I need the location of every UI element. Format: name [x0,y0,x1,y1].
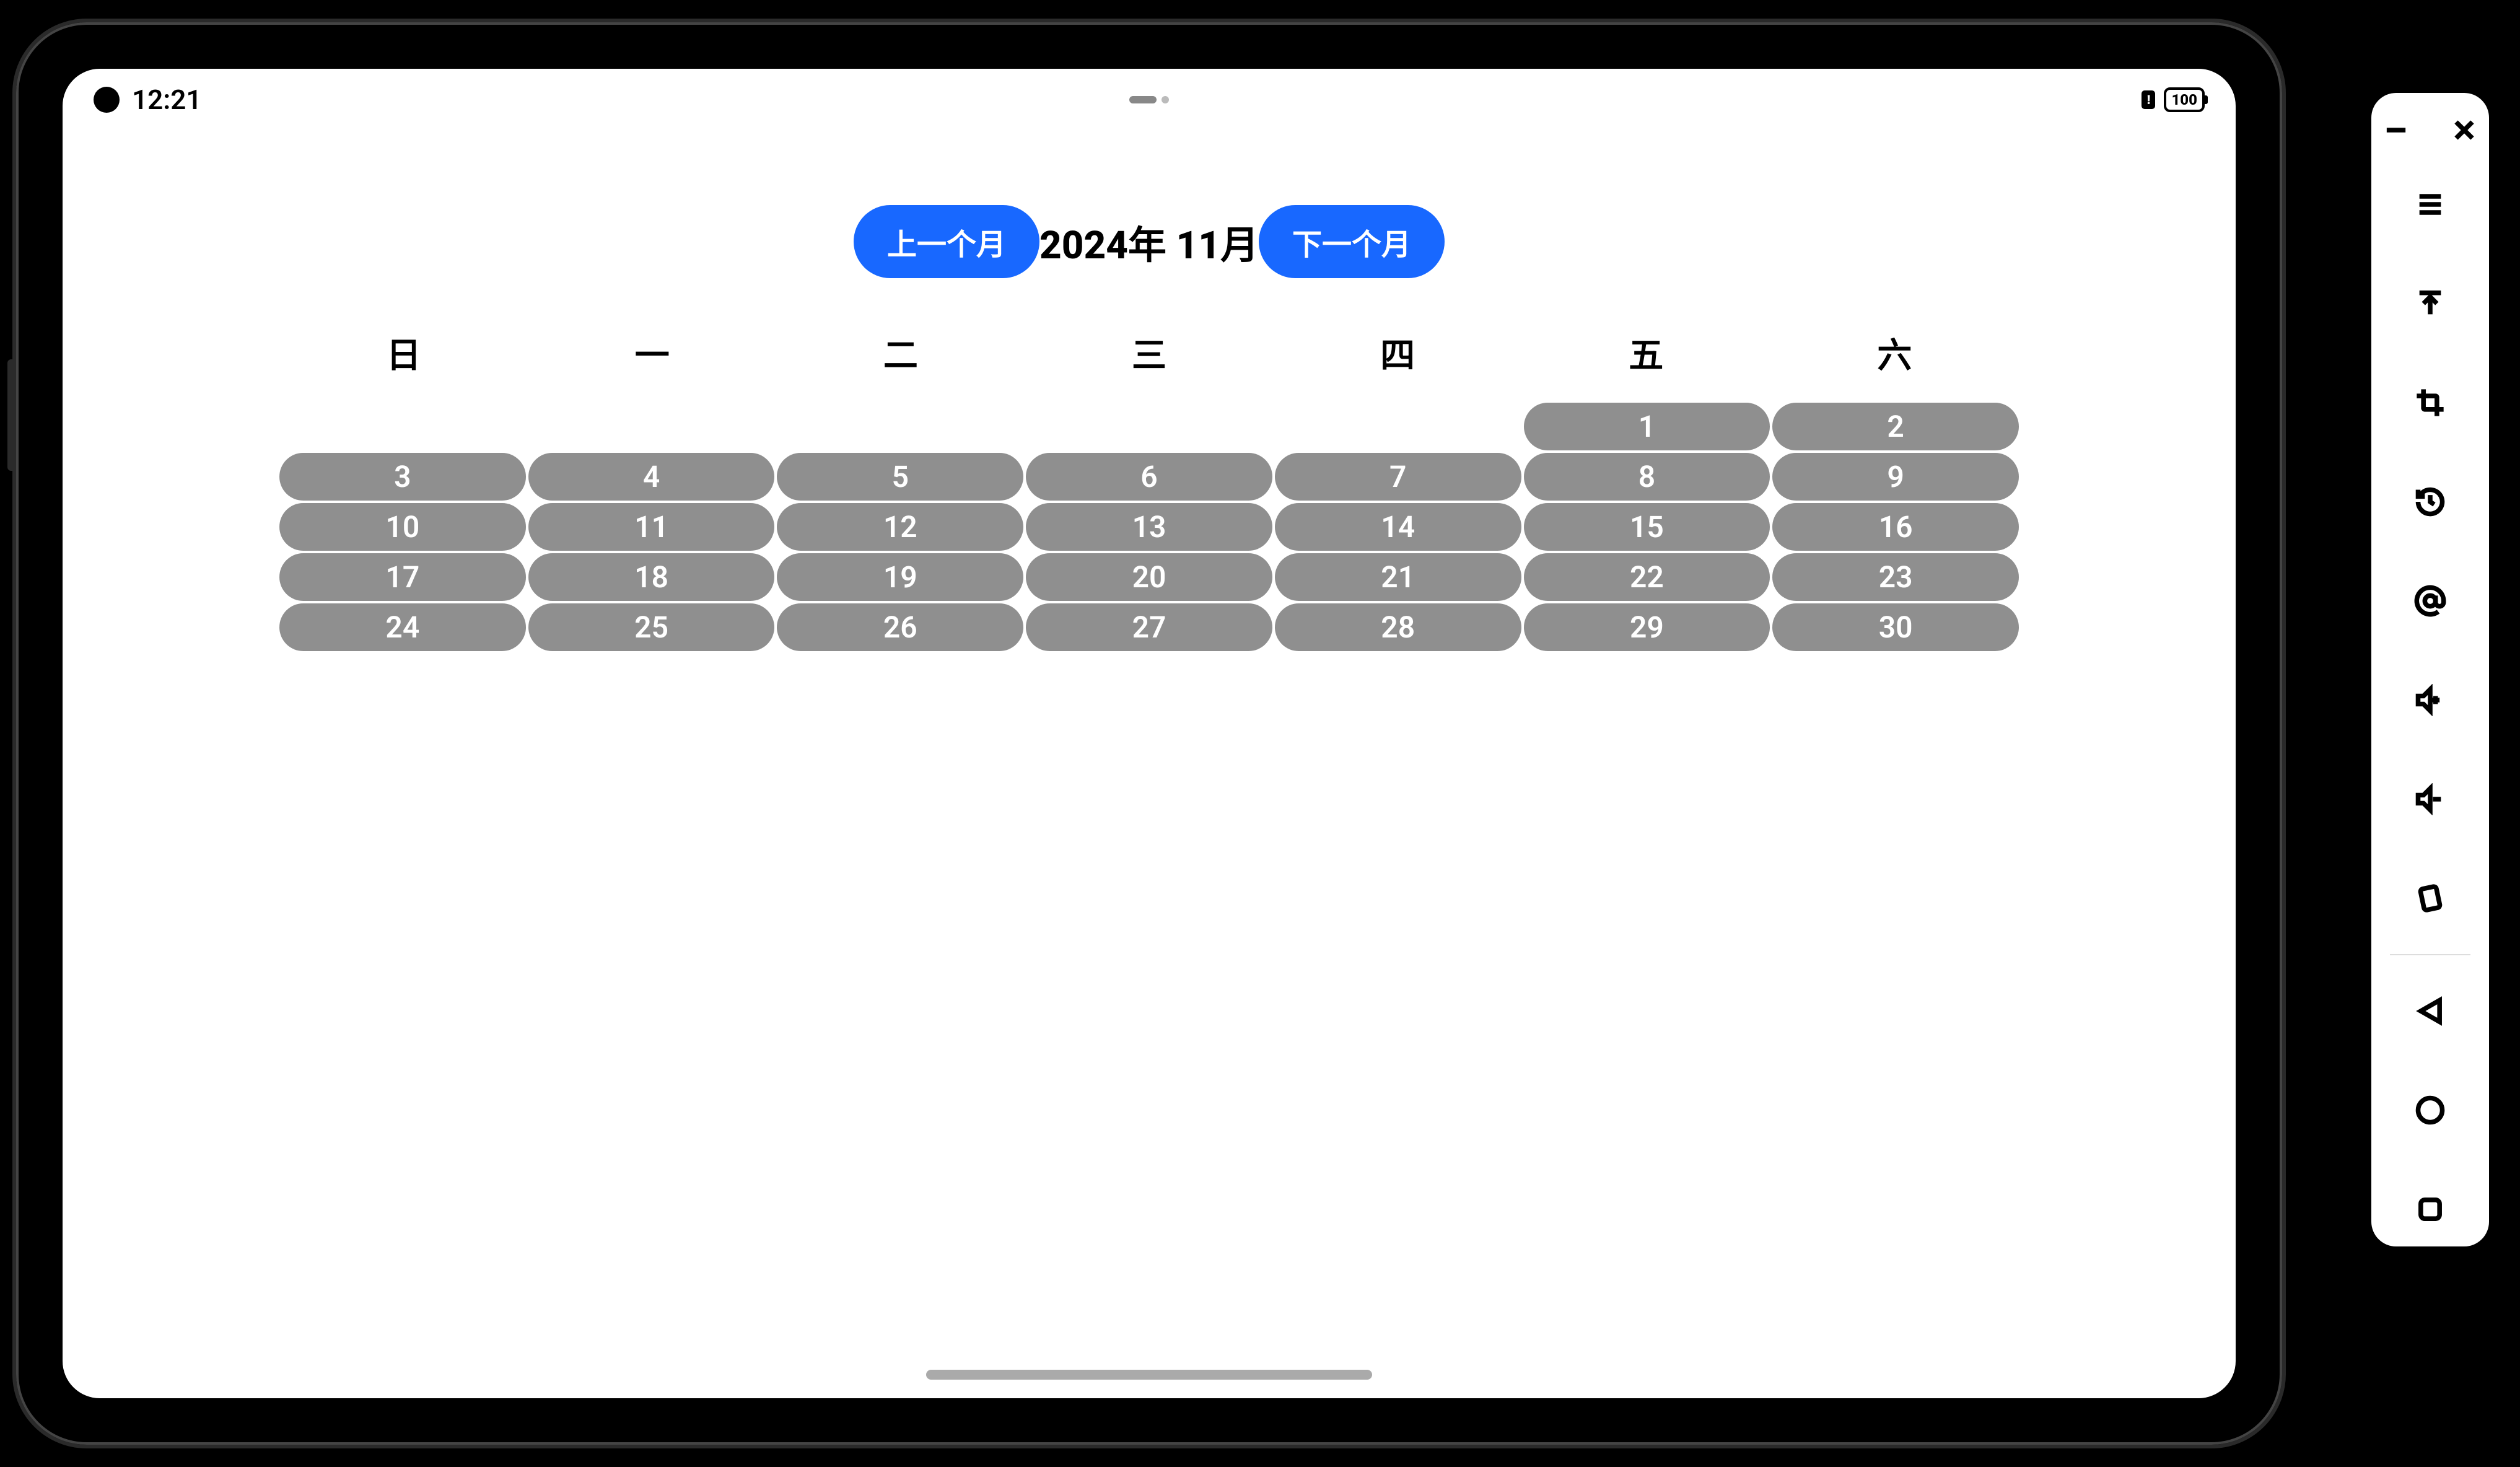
day-cell-13[interactable]: 13 [1026,503,1272,551]
nav-recent-button[interactable] [2412,1191,2449,1228]
day-cell-5[interactable]: 5 [777,453,1023,501]
volume-up-button[interactable] [2412,681,2449,719]
menu-button[interactable] [2412,186,2449,223]
panel-window-controls [2359,112,2501,149]
day-cell-22[interactable]: 22 [1524,553,1770,601]
day-cell-27[interactable]: 27 [1026,603,1272,651]
day-cell-2[interactable]: 2 [1772,403,2019,450]
day-cell-17[interactable]: 17 [279,553,526,601]
history-button[interactable] [2412,483,2449,520]
weekday-thu: 四 [1274,328,1522,378]
mention-button[interactable] [2412,582,2449,620]
day-cell-12[interactable]: 12 [777,503,1023,551]
panel-tools-section [2412,186,2449,917]
day-cell-28[interactable]: 28 [1275,603,1521,651]
day-empty [279,403,526,450]
warning-icon: ! [2142,90,2155,109]
day-empty [1275,403,1521,450]
month-title: 2024年 11月 [1039,214,1259,269]
battery-indicator: 100 [2164,87,2205,112]
nav-back-button[interactable] [2412,992,2449,1030]
day-empty [777,403,1023,450]
panel-divider [2390,954,2470,955]
status-time: 12:21 [132,84,202,116]
day-cell-30[interactable]: 30 [1772,603,2019,651]
day-cell-4[interactable]: 4 [528,453,775,501]
next-month-button[interactable]: 下一个月 [1259,205,1445,278]
day-cell-9[interactable]: 9 [1772,453,2019,501]
weekday-wed: 三 [1025,328,1273,378]
nav-home-button[interactable] [2412,1092,2449,1129]
multitasking-indicator[interactable] [1129,96,1169,103]
day-cell-26[interactable]: 26 [777,603,1023,651]
prev-month-button[interactable]: 上一个月 [854,205,1039,278]
crop-button[interactable] [2412,384,2449,421]
day-cell-29[interactable]: 29 [1524,603,1770,651]
day-cell-3[interactable]: 3 [279,453,526,501]
day-cell-7[interactable]: 7 [1275,453,1521,501]
tablet-screen: 12:21 ! 100 上一个月 2024年 11月 下一个月 日 一 二 三 … [63,69,2236,1398]
close-button[interactable] [2446,112,2483,149]
day-cell-23[interactable]: 23 [1772,553,2019,601]
volume-down-button[interactable] [2412,781,2449,818]
tablet-device-frame: 12:21 ! 100 上一个月 2024年 11月 下一个月 日 一 二 三 … [12,19,2286,1448]
status-bar: 12:21 ! 100 [63,69,2236,131]
weekday-header-row: 日 一 二 三 四 五 六 [279,328,2019,378]
day-cell-1[interactable]: 1 [1524,403,1770,450]
calendar-grid: 1234567891011121314151617181920212223242… [279,403,2019,651]
day-empty [1026,403,1272,450]
calendar-header: 上一个月 2024年 11月 下一个月 [63,205,2236,278]
day-empty [528,403,775,450]
panel-nav-section [2412,992,2449,1228]
upload-button[interactable] [2412,285,2449,322]
weekday-fri: 五 [1522,328,1770,378]
weekday-mon: 一 [528,328,776,378]
day-cell-8[interactable]: 8 [1524,453,1770,501]
emulator-control-panel [2371,93,2489,1246]
day-cell-21[interactable]: 21 [1275,553,1521,601]
status-left: 12:21 [94,84,202,116]
home-indicator[interactable] [926,1370,1372,1380]
day-cell-10[interactable]: 10 [279,503,526,551]
day-cell-20[interactable]: 20 [1026,553,1272,601]
weekday-sat: 六 [1770,328,2019,378]
day-cell-24[interactable]: 24 [279,603,526,651]
day-cell-11[interactable]: 11 [528,503,775,551]
day-cell-14[interactable]: 14 [1275,503,1521,551]
day-cell-19[interactable]: 19 [777,553,1023,601]
weekday-sun: 日 [279,328,528,378]
rotate-button[interactable] [2412,880,2449,917]
day-cell-16[interactable]: 16 [1772,503,2019,551]
status-right: ! 100 [2142,87,2205,112]
weekday-tue: 二 [776,328,1025,378]
day-cell-25[interactable]: 25 [528,603,775,651]
dot-indicator-icon [1162,96,1169,103]
day-cell-18[interactable]: 18 [528,553,775,601]
pill-indicator-icon [1129,96,1157,103]
day-cell-6[interactable]: 6 [1026,453,1272,501]
camera-dot-icon [94,87,120,113]
day-cell-15[interactable]: 15 [1524,503,1770,551]
minimize-button[interactable] [2378,112,2415,149]
